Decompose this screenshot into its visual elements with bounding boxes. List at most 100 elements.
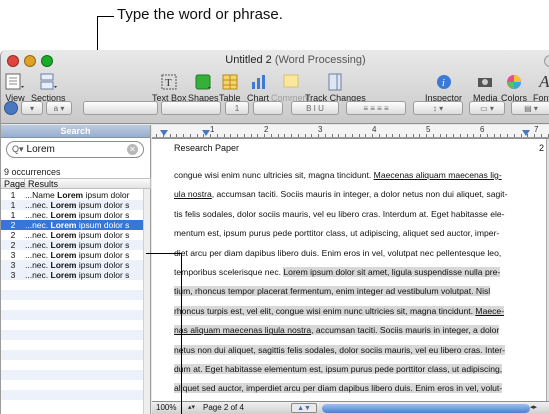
search-result-row[interactable]: 3 ...nec. Lorem ipsum dolor s (1, 260, 144, 270)
result-snippet: ...nec. Lorem ipsum dolor s (25, 260, 130, 270)
ruler-tick (243, 134, 245, 137)
text-run: temporibus scelerisque nec. (174, 267, 284, 278)
ruler-tick (392, 134, 394, 137)
text-line[interactable]: temporibus scelerisque nec. Lorem ipsum … (174, 263, 544, 282)
zoom-stepper-icon[interactable]: ▴▾ (188, 403, 195, 411)
ruler-tick (277, 134, 279, 137)
result-match: Lorem (50, 270, 77, 280)
ruler-tick (156, 134, 157, 137)
result-match: Lorem (50, 250, 77, 260)
search-result-row[interactable]: 3 ...nec. Lorem ipsum dolor s (1, 270, 144, 280)
ruler-tick (297, 134, 299, 137)
ruler-tick (534, 134, 535, 137)
callout-pointer-line (146, 253, 182, 254)
colors-icon (505, 71, 523, 91)
text-color-well[interactable] (253, 101, 283, 115)
ruler-tick (507, 134, 508, 137)
ruler-number: 5 (426, 125, 431, 134)
search-result-row[interactable]: 3 ...nec. Lorem ipsum dolor s (1, 250, 144, 260)
text-line[interactable]: ula nostra, accumsan taciti. Sociis maur… (174, 185, 544, 204)
columns-popup[interactable]: ▭ ▾ (469, 101, 505, 115)
highlighted-text: dum at. Eget habitasse elementum est, ip… (174, 364, 503, 375)
result-match: Lorem (57, 190, 84, 200)
ruler-tick (351, 134, 353, 137)
toolbar-toggle-button[interactable] (544, 55, 549, 67)
text-line[interactable]: aliquet sed auctor, imperdiet arcu per d… (174, 379, 544, 398)
search-result-row[interactable]: 2 ...nec. Lorem ipsum dolor s (1, 240, 144, 250)
column-header-page[interactable]: Page (1, 179, 25, 189)
result-snippet: ...Name Lorem ipsum dolor (25, 190, 130, 200)
typeface-popup[interactable] (161, 101, 221, 115)
ruler-tick (257, 134, 259, 137)
right-margin-marker[interactable] (522, 130, 530, 136)
table-icon (221, 71, 239, 91)
ruler-tick (230, 134, 232, 137)
font-family-popup[interactable] (83, 101, 158, 115)
search-result-row[interactable]: 2 ...nec. Lorem ipsum dolor s (1, 220, 144, 230)
highlighted-text: Lorem ipsum dolor sit amet, ligula suspe… (283, 267, 501, 278)
horizontal-scroll-thumb[interactable] (322, 404, 530, 413)
text-line[interactable]: rhoncus turpis est, vel elit, congue wis… (174, 302, 544, 321)
text-line[interactable]: diet arcu per diam dapibus libero duis. … (174, 244, 544, 263)
text-line[interactable]: congue wisi enim nunc ultricies sit, mag… (174, 166, 544, 185)
search-field[interactable]: Q▾ Lorem ✕ (6, 141, 144, 158)
highlighted-text: , accumsan taciti. Sociis mauris in inte… (311, 325, 500, 336)
ruler-tick (527, 134, 529, 137)
left-margin-marker[interactable] (160, 130, 168, 136)
text-line[interactable]: netus non dui aliquet, sagittis felis so… (174, 341, 544, 360)
result-snippet: ...nec. Lorem ipsum dolor s (25, 250, 130, 260)
result-match: Lorem (50, 230, 77, 240)
text-line[interactable]: nas aliquam maecenas ligula nostra, accu… (174, 321, 544, 340)
text-line[interactable]: mentum est, ipsum purus pede porttitor c… (174, 224, 544, 243)
result-page-number: 2 (10, 230, 16, 240)
line-spacing-popup[interactable]: ↕ ▾ (413, 101, 463, 115)
search-drawer: Search Q▾ Lorem ✕ 9 occurrences Page Res… (1, 125, 151, 414)
callout-text: Type the word or phrase. (117, 6, 283, 23)
ruler-tick (466, 134, 468, 137)
result-match: Lorem (50, 210, 77, 220)
search-result-row[interactable]: 2 ...nec. Lorem ipsum dolor s (1, 230, 144, 240)
ruler-tick (304, 134, 306, 137)
search-result-row[interactable]: 1 ...nec. Lorem ipsum dolor s (1, 200, 144, 210)
list-style-popup[interactable]: a ▾ (46, 101, 72, 115)
text-line[interactable]: tium, rhoncus tempor placerat fermentum,… (174, 282, 544, 301)
text-line[interactable]: dum at. Eget habitasse elementum est, ip… (174, 360, 544, 379)
highlighted-text: netus non dui aliquet, sagittis felis so… (174, 344, 506, 355)
ruler-tick (203, 134, 205, 137)
ruler-number: 4 (372, 125, 377, 134)
document-body[interactable]: congue wisi enim nunc ultricies sit, mag… (174, 166, 544, 401)
font-size-field[interactable]: 1 (225, 101, 249, 115)
column-header-results[interactable]: Results (25, 179, 151, 189)
bold-italic-underline-buttons[interactable]: B I U (291, 101, 339, 115)
title-bar: Untitled 2 (Word Processing) View Sectio… (1, 50, 549, 124)
page-header-number[interactable]: 2 (539, 143, 544, 153)
search-icon[interactable]: Q▾ (12, 144, 24, 155)
ruler-tick (540, 134, 542, 137)
ruler-tick (358, 134, 360, 137)
ruler-tick (405, 134, 407, 137)
document-page[interactable]: Research Paper 2 congue wisi enim nunc u… (152, 139, 549, 401)
horizontal-ruler[interactable]: 1 2 3 4 5 6 7 (152, 125, 549, 138)
list-popup[interactable]: ▤ ▾ (511, 101, 549, 115)
ruler-tick (378, 134, 380, 137)
search-query[interactable]: Lorem (27, 144, 127, 155)
results-table-header: Page Results (1, 178, 151, 189)
styles-drawer-button[interactable] (4, 101, 18, 115)
search-result-row[interactable]: 1 ...nec. Lorem ipsum dolor s (1, 210, 144, 220)
alignment-buttons[interactable]: ≡ ≡ ≡ ≡ (346, 101, 406, 115)
paragraph-style-popup[interactable]: ▾ (21, 101, 43, 115)
results-scrollbar[interactable] (143, 189, 150, 414)
result-page-number: 1 (10, 190, 16, 200)
page-navigation-buttons[interactable]: ▲▼ (291, 403, 317, 413)
ruler-tick (311, 134, 313, 137)
result-snippet: ...nec. Lorem ipsum dolor s (25, 210, 130, 220)
zoom-level[interactable]: 100% (156, 403, 176, 412)
page-header-title[interactable]: Research Paper (174, 143, 239, 153)
search-result-row[interactable]: 1 ...Name Lorem ipsum dolor (1, 190, 144, 200)
result-match: Lorem (50, 200, 77, 210)
clear-search-icon[interactable]: ✕ (127, 144, 138, 155)
result-match: Lorem (50, 260, 77, 270)
scroll-arrows-icon[interactable]: ◂▸ (530, 403, 537, 411)
ruler-tick (453, 134, 454, 137)
text-line[interactable]: tis felis sodales, dolor sociis mauris, … (174, 205, 544, 224)
